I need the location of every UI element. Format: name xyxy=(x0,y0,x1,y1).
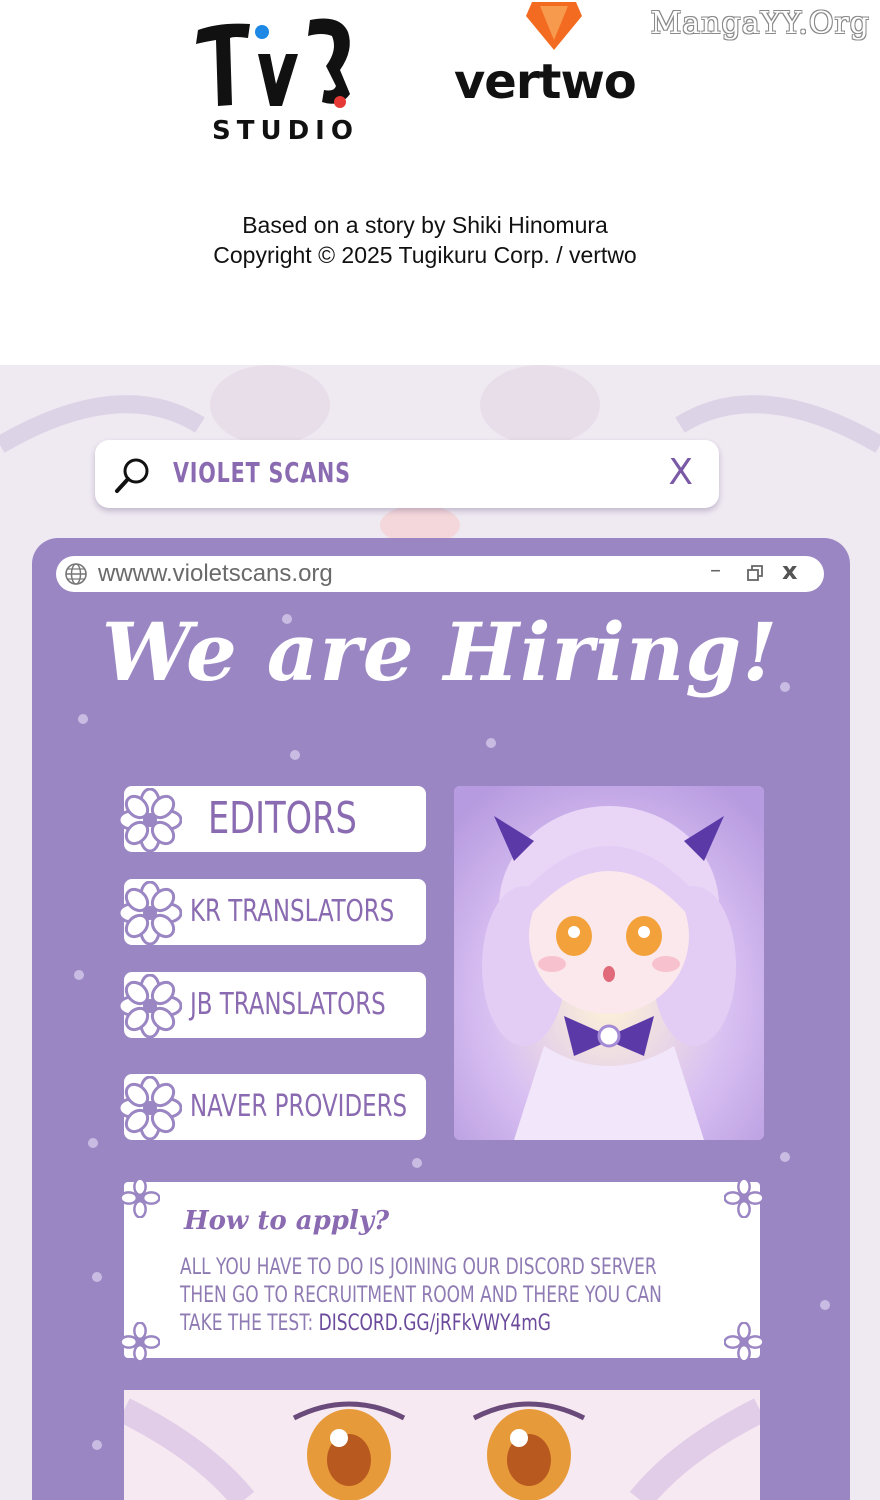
search-icon xyxy=(115,458,149,493)
url-text[interactable]: wwww.violetscans.org xyxy=(98,560,333,588)
search-query[interactable]: VIOLET SCANS xyxy=(173,456,351,489)
how-to-apply-card: How to apply? ALL YOU HAVE TO DO IS JOIN… xyxy=(120,1178,764,1362)
flower-icon xyxy=(120,1322,160,1362)
decor-dot xyxy=(412,1158,422,1168)
role-naver-providers[interactable]: NAVER PROVIDERS xyxy=(118,1074,426,1140)
role-label: JB TRANSLATORS xyxy=(190,987,386,1022)
role-label: EDITORS xyxy=(208,793,357,844)
globe-icon xyxy=(65,563,87,585)
instruction-line: TAKE THE TEST: DISCORD.GG/jRFkVWY4mG xyxy=(180,1310,662,1338)
role-kr-translators[interactable]: KR TRANSLATORS xyxy=(118,879,426,945)
role-jb-translators[interactable]: JB TRANSLATORS xyxy=(118,972,426,1038)
flower-icon xyxy=(118,1076,182,1140)
character-portrait xyxy=(454,786,764,1140)
decor-dot xyxy=(92,1272,102,1282)
hiring-headline: We are Hiring! xyxy=(101,605,779,699)
credit-story-line: Based on a story by Shiki Hinomura xyxy=(242,212,608,238)
eyes-illustration xyxy=(124,1390,760,1500)
credits-section: MangaYY.Org STUDIO vertwo Based on a sto… xyxy=(0,0,880,365)
instruction-prefix: TAKE THE TEST: xyxy=(180,1311,319,1336)
role-editors[interactable]: EDITORS xyxy=(118,786,426,852)
decor-dot xyxy=(282,614,292,624)
flower-icon xyxy=(118,974,182,1038)
credit-copyright-line: Copyright © 2025 Tugikuru Corp. / vertwo xyxy=(213,242,637,268)
decor-dot xyxy=(74,970,84,980)
how-to-apply-text: ALL YOU HAVE TO DO IS JOINING OUR DISCOR… xyxy=(180,1254,740,1338)
portrait-illustration xyxy=(454,786,764,1140)
instruction-line: ALL YOU HAVE TO DO IS JOINING OUR DISCOR… xyxy=(180,1255,657,1280)
flower-icon xyxy=(118,881,182,945)
role-label: KR TRANSLATORS xyxy=(190,894,395,929)
minimize-button[interactable]: – xyxy=(710,558,721,583)
eyes-art xyxy=(124,1390,760,1500)
flower-icon xyxy=(120,1178,160,1218)
window-close-button[interactable]: x xyxy=(782,557,797,585)
decor-dot xyxy=(88,1138,98,1148)
restore-icon[interactable] xyxy=(746,564,764,582)
vertwo-logo: vertwo xyxy=(454,2,637,110)
decor-dot xyxy=(290,750,300,760)
decor-dot xyxy=(78,714,88,724)
search-bar[interactable]: VIOLET SCANS X xyxy=(95,440,719,508)
decor-dot xyxy=(780,1152,790,1162)
decor-dot xyxy=(780,682,790,692)
decor-dot xyxy=(92,1440,102,1450)
flower-icon xyxy=(118,788,182,852)
search-close-button[interactable]: X xyxy=(668,452,693,493)
instruction-line: THEN GO TO RECRUITMENT ROOM AND THERE YO… xyxy=(180,1283,662,1308)
site-watermark: MangaYY.Org xyxy=(650,6,870,41)
decor-dot xyxy=(820,1300,830,1310)
flower-icon xyxy=(724,1178,764,1218)
tugi-studio-label: STUDIO xyxy=(212,116,359,146)
role-label: NAVER PROVIDERS xyxy=(190,1089,408,1124)
discord-link[interactable]: DISCORD.GG/jRFkVWY4mG xyxy=(319,1311,551,1336)
url-bar[interactable]: wwww.violetscans.org – x xyxy=(56,556,824,592)
how-to-apply-title: How to apply? xyxy=(184,1206,390,1236)
decor-dot xyxy=(486,738,496,748)
svg-text:vertwo: vertwo xyxy=(454,54,636,110)
